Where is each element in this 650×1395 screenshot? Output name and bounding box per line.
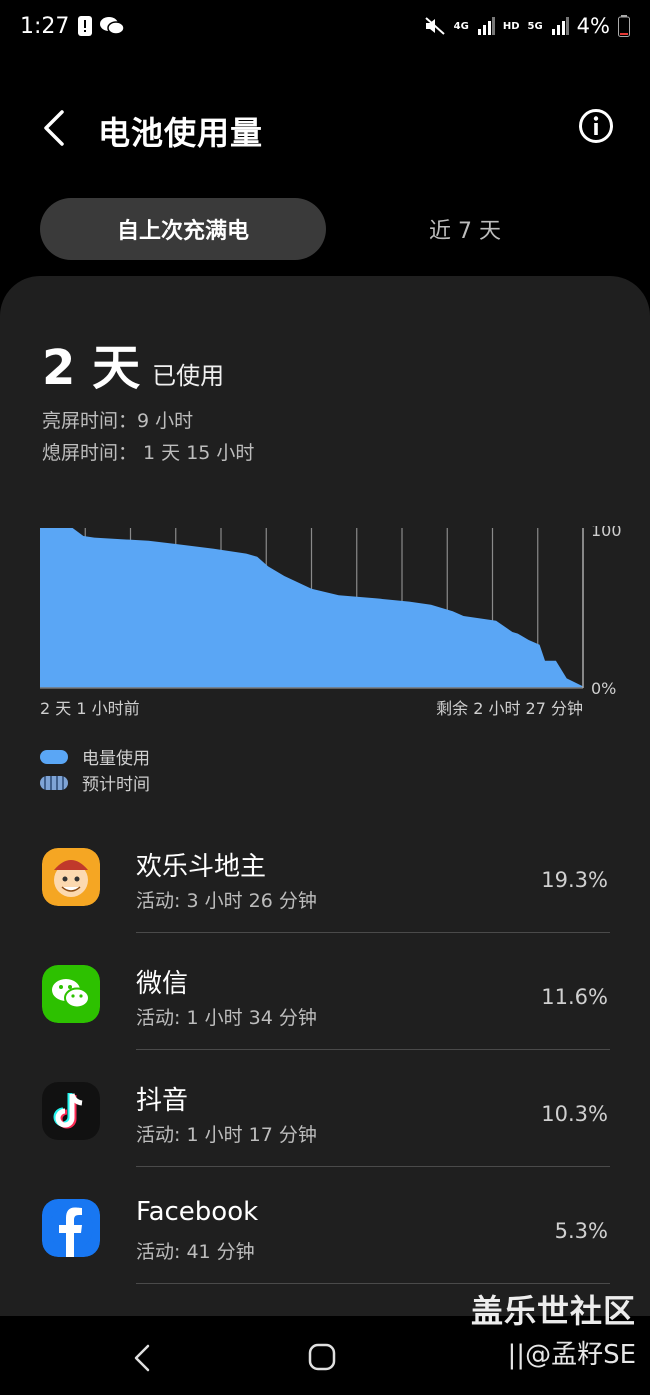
app-usage-time: 活动: 3 小时 26 分钟 [136,890,317,912]
tab-last-7-days[interactable]: 近 7 天 [370,198,560,260]
info-icon[interactable] [578,108,614,144]
app-usage-percent: 19.3% [541,868,608,892]
usage-duration-suffix: 已使用 [152,362,225,390]
usage-duration: 2 天 已使用 [42,328,224,398]
app-usage-time: 活动: 1 小时 17 分钟 [136,1124,317,1146]
douyin-icon [42,1082,100,1140]
legend-used-swatch [40,749,68,764]
network-5g: 5G [527,20,543,32]
mute-icon [424,17,445,35]
facebook-icon [42,1199,100,1257]
app-usage-list: 欢乐斗地主 活动: 3 小时 26 分钟 19.3% 微信 活动: 1 小时 3… [0,816,650,1284]
screen-on-time: 亮屏时间：9 小时 [42,410,194,432]
status-bar: 1:27 4G HD 5G 4% [0,0,650,60]
app-header: 电池使用量 [0,100,650,156]
period-tabs: 自上次充满电 近 7 天 [40,198,620,260]
app-usage-percent: 11.6% [541,985,608,1009]
wechat-notification-icon [100,17,124,35]
battery-card: 2 天 已使用 亮屏时间：9 小时 熄屏时间： 1 天 15 小时 100 0%… [0,276,650,1316]
list-item-douyin[interactable]: 抖音 活动: 1 小时 17 分钟 10.3% [0,1050,650,1167]
list-item-doudizhu[interactable]: 欢乐斗地主 活动: 3 小时 26 分钟 19.3% [0,816,650,933]
app-usage-percent: 10.3% [541,1102,608,1126]
y-tick-max: 100 [591,526,622,540]
app-name: 抖音 [136,1086,189,1116]
battery-chart: 100 0% 2 天 1 小时前 剩余 2 小时 27 分钟 [40,526,622,716]
screen-off-time: 熄屏时间： 1 天 15 小时 [42,442,255,464]
nav-back-icon[interactable] [128,1338,158,1378]
app-usage-percent: 5.3% [554,1219,608,1243]
legend-estimated-swatch [40,775,68,790]
legend-used-label: 电量使用 [82,749,150,769]
app-name: 欢乐斗地主 [136,852,267,882]
usage-duration-value: 2 天 [42,340,141,396]
network-4g: 4G [453,20,469,32]
app-name: 微信 [136,969,189,999]
status-time: 1:27 [20,14,70,39]
battery-icon [618,15,630,37]
legend-estimated-label: 预计时间 [82,775,150,795]
x-end-label: 剩余 2 小时 27 分钟 [436,699,583,716]
list-item-facebook[interactable]: Facebook 活动: 41 分钟 5.3% [0,1167,650,1284]
signal-icon [477,17,495,35]
doudizhu-icon [42,848,100,906]
list-item-wechat[interactable]: 微信 活动: 1 小时 34 分钟 11.6% [0,933,650,1050]
back-arrow-icon[interactable] [38,106,72,150]
page-title: 电池使用量 [98,114,264,152]
legend-estimated: 预计时间 [40,770,150,795]
app-usage-time: 活动: 41 分钟 [136,1241,255,1263]
alert-icon [78,16,92,36]
battery-percent: 4% [576,14,610,38]
watermark-community: 盖乐世社区 [470,1292,636,1330]
signal-icon [551,17,569,35]
nav-home-icon[interactable] [308,1342,336,1372]
watermark-author: ||@孟籽SE [507,1340,636,1370]
legend-used: 电量使用 [40,744,150,769]
x-start-label: 2 天 1 小时前 [40,699,140,716]
divider [136,1283,610,1284]
tab-since-full-charge[interactable]: 自上次充满电 [40,198,326,260]
y-tick-min: 0% [591,679,616,698]
wechat-icon [42,965,100,1023]
app-name: Facebook [136,1197,259,1227]
app-usage-time: 活动: 1 小时 34 分钟 [136,1007,317,1029]
hd-indicator: HD [502,20,520,32]
